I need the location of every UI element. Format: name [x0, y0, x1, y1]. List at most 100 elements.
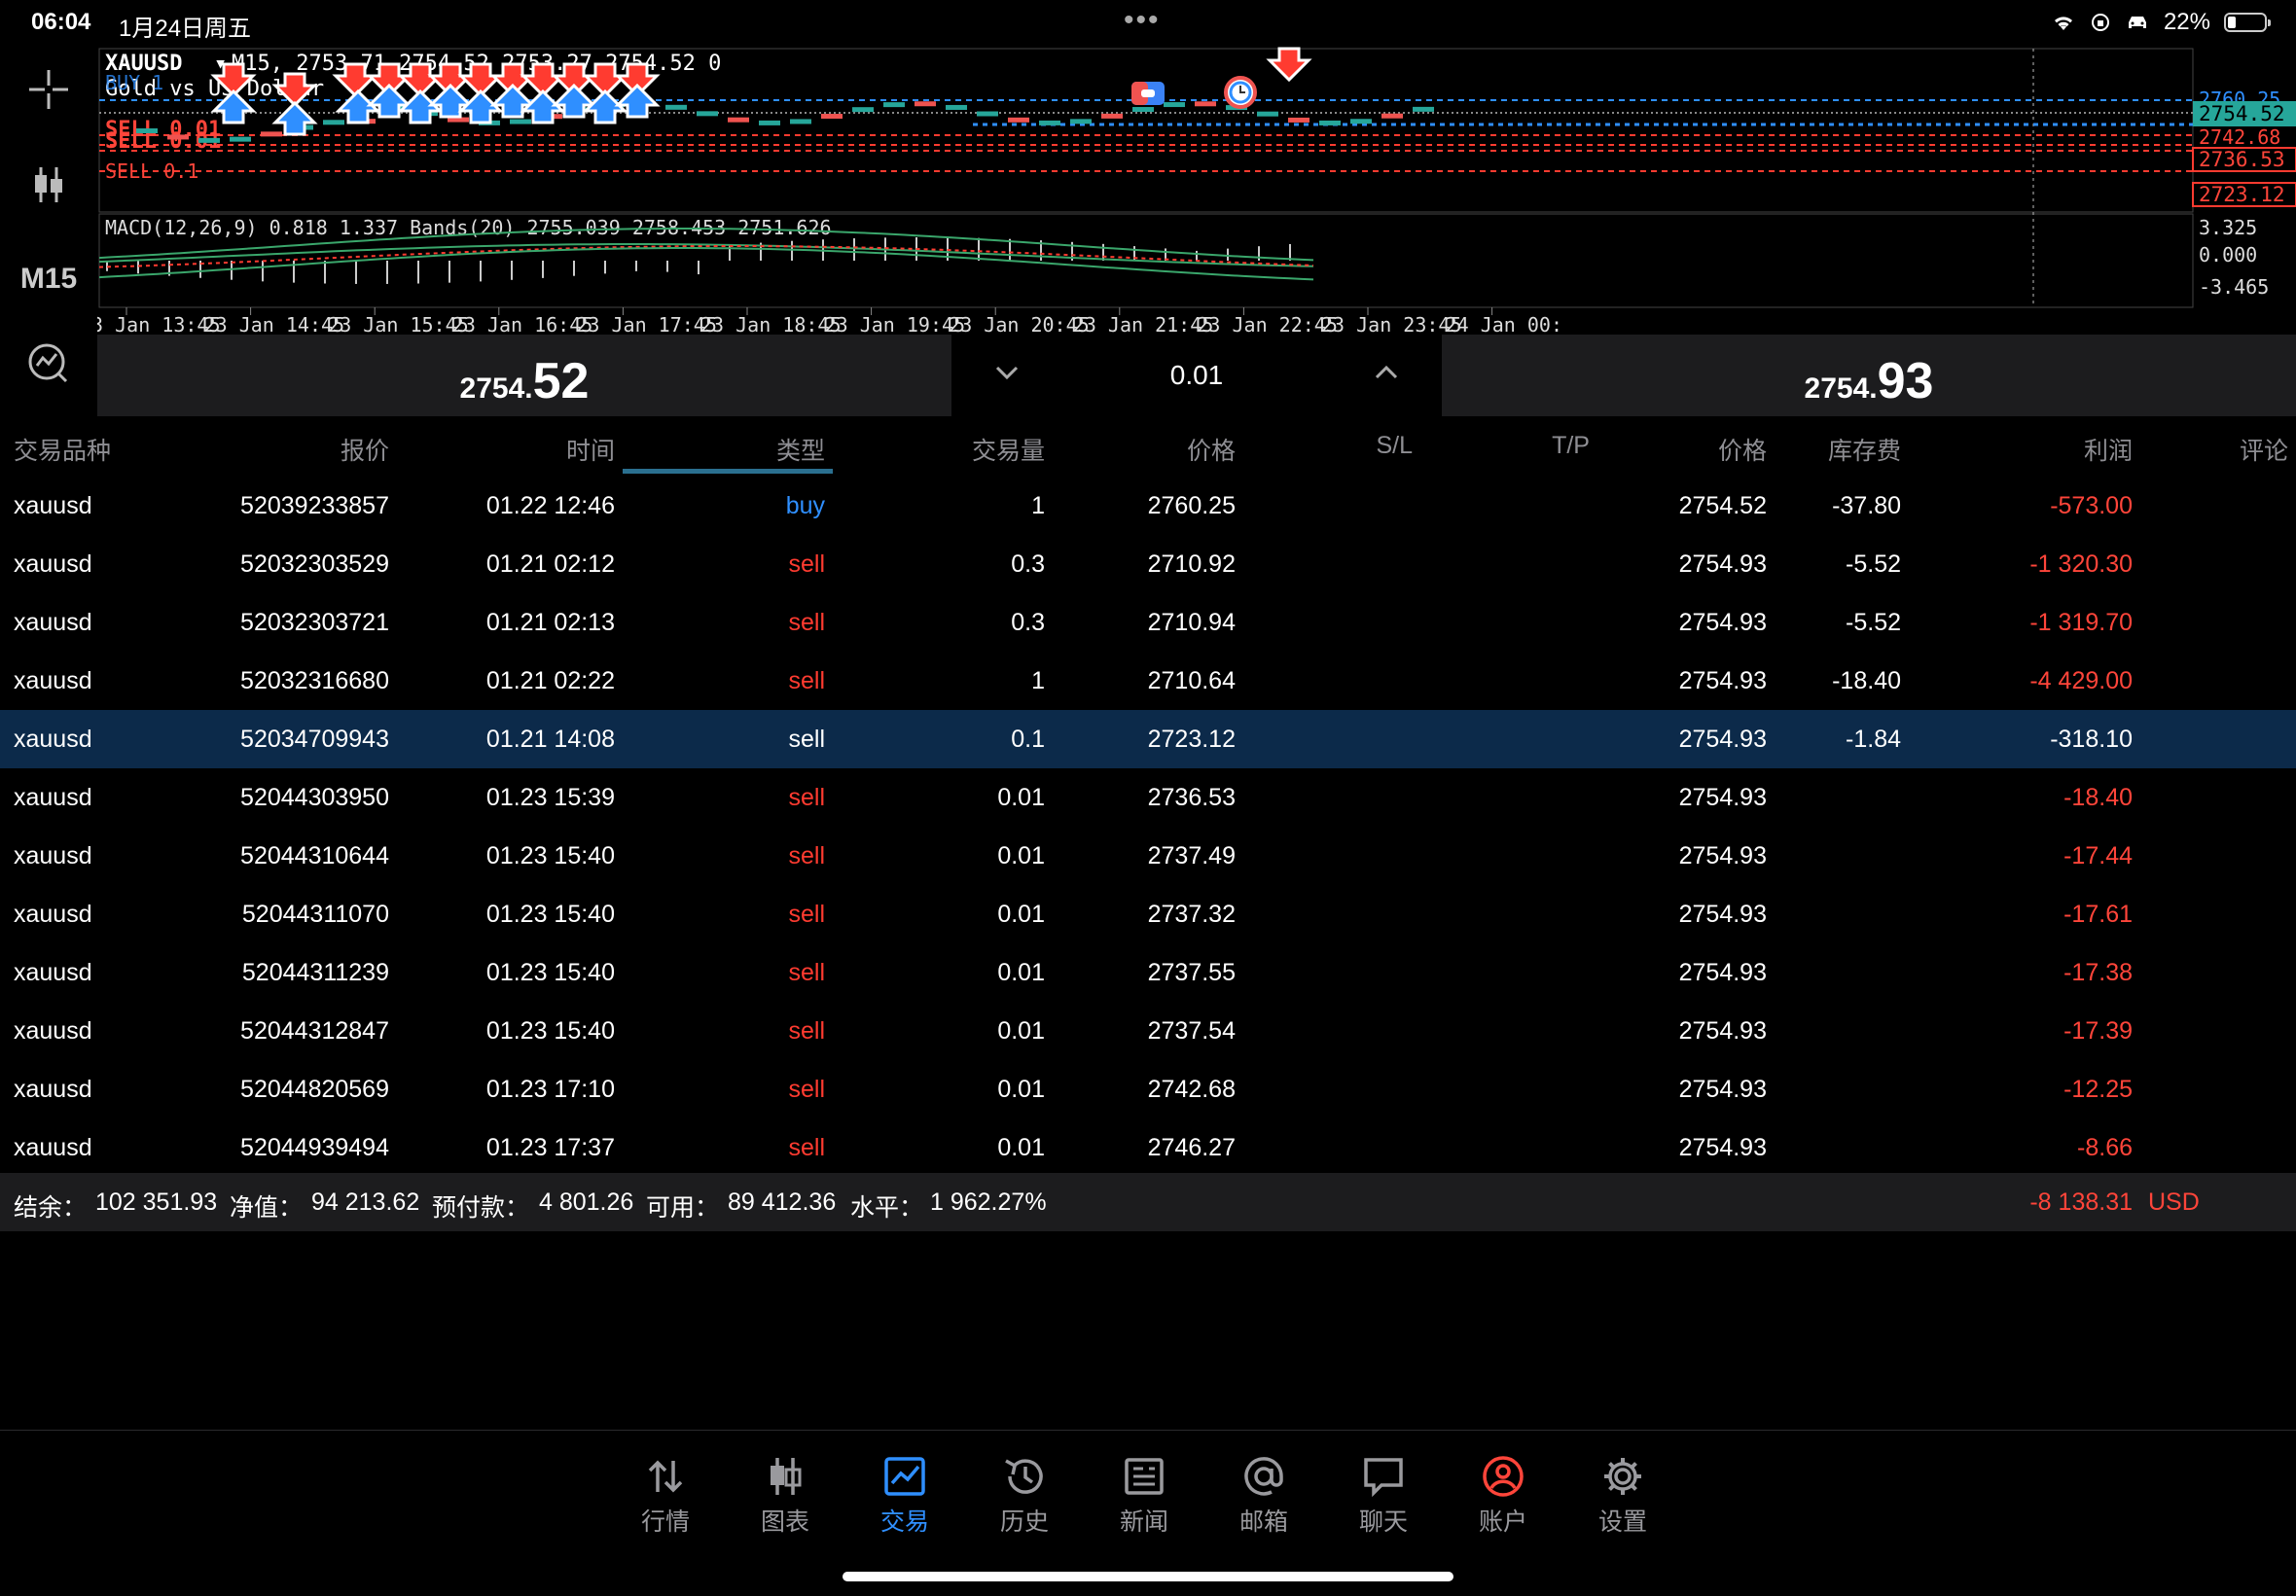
table-row[interactable]: xauusd 52044311070 01.23 15:40 sell 0.01 2737… — [0, 885, 2296, 943]
header-volume[interactable]: 交易量 — [972, 432, 1045, 467]
cell-ticket: 52032303721 — [240, 609, 389, 636]
table-row[interactable]: xauusd 52044939494 01.23 17:37 sell 0.01 2746… — [0, 1118, 2296, 1177]
cell-swap: -5.52 — [1846, 609, 1901, 636]
cell-open-price: 2737.49 — [1147, 842, 1236, 869]
price-tag-current: 2754.52 — [2193, 101, 2296, 126]
crosshair-button[interactable] — [0, 68, 97, 116]
bid-price-pips: 52 — [532, 353, 590, 409]
tab-mailbox[interactable]: 邮箱 — [1215, 1450, 1312, 1538]
table-row[interactable]: xauusd 52032303721 01.21 02:13 sell 0.3 2710.… — [0, 593, 2296, 652]
tab-settings[interactable]: 设置 — [1574, 1450, 1671, 1538]
time-axis-label: 23 Jan 22:45 — [1197, 313, 1338, 335]
candle — [1257, 111, 1278, 117]
time-axis-label: 23 Jan 17:45 — [576, 313, 717, 335]
cell-ticket: 52044310644 — [240, 842, 389, 869]
cell-type: buy — [785, 492, 825, 519]
cell-time: 01.21 02:13 — [485, 609, 615, 636]
timeframe-button[interactable]: M15 — [0, 263, 97, 296]
cell-profit: -1 320.30 — [2029, 550, 2133, 578]
candle — [510, 119, 531, 124]
candle — [883, 102, 905, 108]
cell-ticket: 52034709943 — [240, 726, 389, 753]
tab-quotes[interactable]: 行情 — [617, 1450, 714, 1538]
cell-swap: -18.40 — [1832, 667, 1901, 694]
cell-symbol: xauusd — [14, 784, 92, 811]
header-profit[interactable]: 利润 — [2084, 432, 2133, 467]
cell-ticket: 52044311070 — [241, 901, 389, 928]
candle — [852, 107, 874, 113]
cell-profit: -18.40 — [2063, 784, 2133, 811]
header-comment[interactable]: 评论 — [2240, 432, 2288, 467]
table-row[interactable]: xauusd 52044310644 01.23 15:40 sell 0.01 2737… — [0, 827, 2296, 885]
cell-ticket: 52044820569 — [240, 1076, 389, 1103]
cell-profit: -8.66 — [2077, 1134, 2133, 1161]
table-row[interactable]: xauusd 52044820569 01.23 17:10 sell 0.01 2742… — [0, 1060, 2296, 1118]
cell-volume: 0.01 — [997, 842, 1045, 869]
tab-label: 聊天 — [1358, 1508, 1408, 1536]
quotes-icon — [648, 1460, 683, 1493]
table-row[interactable]: xauusd 52039233857 01.22 12:46 buy 1 2760.25 2… — [0, 477, 2296, 535]
table-row[interactable]: xauusd 52032303529 01.21 02:12 sell 0.3 2710.… — [0, 535, 2296, 593]
buy-price-button[interactable]: 2754.93 — [1442, 335, 2296, 416]
ask-price-prefix: 2754. — [1804, 372, 1878, 405]
volume-increase-icon[interactable] — [1374, 364, 1399, 381]
header-time[interactable]: 时间 — [566, 432, 615, 467]
tab-account[interactable]: 账户 — [1454, 1450, 1552, 1538]
header-type[interactable]: 类型 — [776, 432, 825, 467]
macd-scale-top: 3.325 — [2199, 216, 2257, 239]
tab-history[interactable]: 历史 — [976, 1450, 1073, 1538]
price-chart[interactable]: XAUUSD ▾ M15, 2753.71 2754.52 2753.27 27… — [80, 47, 2296, 337]
tab-chart[interactable]: 图表 — [736, 1450, 834, 1538]
margin-level-label: 水平： — [850, 1194, 924, 1222]
settings-icon — [1604, 1458, 1641, 1495]
table-row[interactable]: xauusd 52044311239 01.23 15:40 sell 0.01 2737… — [0, 943, 2296, 1002]
cell-open-price: 2760.25 — [1147, 492, 1236, 519]
table-row[interactable]: xauusd 52044303950 01.23 15:39 sell 0.01 2736… — [0, 768, 2296, 827]
table-row[interactable]: xauusd 52044312847 01.23 15:40 sell 0.01 2737… — [0, 1002, 2296, 1060]
header-sl[interactable]: S/L — [1376, 432, 1413, 460]
margin-level-value: 1 962.27% — [930, 1188, 1047, 1216]
expert-advisor-icon[interactable] — [1131, 82, 1165, 105]
header-ticket[interactable]: 报价 — [341, 432, 389, 467]
clock-icon[interactable] — [1224, 76, 1257, 109]
balance-value: 102 351.93 — [95, 1188, 218, 1216]
volume-value[interactable]: 0.01 — [953, 360, 1440, 391]
tab-chat[interactable]: 聊天 — [1335, 1450, 1432, 1538]
svg-text:2754.52: 2754.52 — [2199, 102, 2285, 125]
table-row[interactable]: xauusd 52032316680 01.21 02:22 sell 1 2710.64… — [0, 652, 2296, 710]
tab-trade[interactable]: 交易 — [856, 1450, 953, 1538]
indicator-label: MACD(12,26,9) 0.818 1.337 Bands(20) 2755… — [105, 216, 832, 239]
cell-symbol: xauusd — [14, 959, 92, 986]
sell-price-button[interactable]: 2754.52 — [97, 335, 951, 416]
header-current-price[interactable]: 价格 — [1718, 432, 1767, 467]
free-margin-value: 89 412.36 — [728, 1188, 837, 1216]
multitasking-dots-icon[interactable]: ••• — [1124, 4, 1161, 37]
candle — [261, 131, 282, 137]
candle — [728, 117, 749, 123]
tab-news[interactable]: 新闻 — [1095, 1450, 1193, 1538]
macd-scale-bottom: -3.465 — [2199, 275, 2269, 299]
time-axis-label: 23 Jan 16:45 — [452, 313, 593, 335]
table-row[interactable]: xauusd 52034709943 01.21 14:08 sell 0.1 2723.… — [0, 710, 2296, 768]
cell-symbol: xauusd — [14, 667, 92, 694]
cell-ticket: 52032316680 — [240, 667, 389, 694]
header-swap[interactable]: 库存费 — [1828, 432, 1901, 467]
time-axis-label: 23 Jan 15:45 — [328, 313, 469, 335]
header-symbol[interactable]: 交易品种 — [14, 432, 111, 467]
candle — [1413, 106, 1434, 112]
cell-time: 01.21 02:12 — [485, 550, 615, 578]
time-axis-label: 24 Jan 00: — [1446, 313, 1562, 335]
price-tag-sell-2: 2736.53 — [2192, 147, 2296, 172]
time-axis-label: 23 Jan 13:45 — [97, 313, 221, 335]
margin-value: 4 801.26 — [539, 1188, 634, 1216]
chart-type-button[interactable] — [0, 163, 97, 211]
cell-profit: -4 429.00 — [2029, 667, 2133, 694]
header-open-price[interactable]: 价格 — [1187, 432, 1236, 467]
cell-open-price: 2710.92 — [1147, 550, 1236, 578]
cell-time: 01.22 12:46 — [485, 492, 615, 519]
home-indicator[interactable] — [843, 1572, 1453, 1581]
volume-stepper[interactable]: 0.01 — [953, 335, 1440, 416]
account-icon — [1483, 1456, 1524, 1497]
svg-text:2723.12: 2723.12 — [2199, 183, 2285, 206]
header-tp[interactable]: T/P — [1552, 432, 1590, 460]
